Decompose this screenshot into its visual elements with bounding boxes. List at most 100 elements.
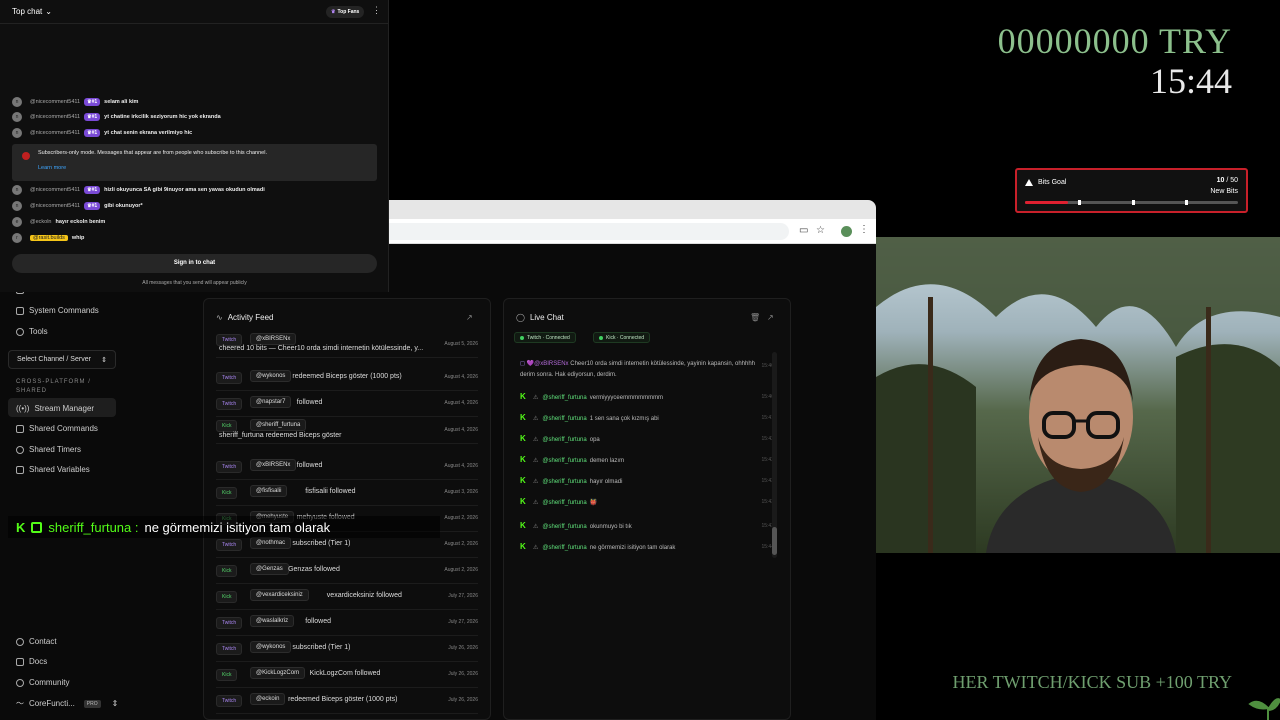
user-chip[interactable]: @xBIRSENx [250,333,297,345]
event-date: August 4, 2026 [444,463,478,469]
chevron-down-icon: ⌄ [45,7,52,16]
user-chip[interactable]: @eckoin [250,693,286,705]
event-date: August 4, 2026 [444,427,478,433]
sidebar-item-contact[interactable]: Contact [16,637,57,646]
chat-author[interactable]: @nicecomment5411 [30,203,80,209]
sub-promo-text: HER TWITCH/KICK SUB +100 TRY [952,672,1232,692]
user-chip[interactable]: @xBIRSENx [250,459,297,471]
chat-username[interactable]: @sheriff_furtuna [542,437,586,443]
activity-event: Kick @Genzas Genzas followed August 2, 2026 [216,559,478,581]
kick-connection-badge: Kick · Connected [593,332,651,343]
command-icon [16,424,24,433]
more-menu-icon[interactable]: ⋮ [372,5,381,16]
sign-in-to-chat-button[interactable]: Sign in to chat [12,254,377,273]
chat-username[interactable]: @sheriff_furtuna [542,545,586,551]
cast-icon[interactable]: ▭ [799,225,808,237]
top-chat-message: n @nicecomment5411 ♛#1 yt chatine irkcilik … [12,111,221,123]
top-chat-dropdown[interactable]: Top chat ⌄ [12,7,52,16]
event-date: August 5, 2026 [444,341,478,347]
event-date: July 26, 2026 [448,697,478,703]
external-link-icon[interactable]: ↗ [466,313,473,322]
bookmark-star-icon[interactable]: ☆ [816,225,825,237]
kick-logo-icon: K [520,497,526,506]
public-note: All messages that you send will appear p… [142,280,247,286]
live-chat-message: K ⚠ @sheriff_furtuna vermiyyyceemmmmmmmm 15:… [520,392,774,402]
user-chip[interactable]: @KickLogzCom [250,667,306,679]
user-chip[interactable]: @sheriff_furtuna [250,419,307,431]
platform-badge: Twitch [216,695,243,707]
sidebar-item-shared-commands[interactable]: Shared Commands [16,424,98,433]
sidebar-item-stream-manager[interactable]: ((•)) Stream Manager [16,404,94,413]
scrollbar-thumb[interactable] [772,527,777,555]
row-divider [216,687,478,688]
learn-more-link[interactable]: Learn more [38,165,66,171]
chat-author[interactable]: @eckoln [30,219,51,225]
avatar[interactable]: n [12,201,22,211]
chat-username[interactable]: @sheriff_furtuna [542,416,586,422]
sidebar-item-docs[interactable]: Docs [16,657,47,666]
kick-chat-overlay: K sheriff_furtuna : ne görmemizi isitiyo… [8,516,440,538]
sidebar-item-shared-variables[interactable]: Shared Variables [16,465,90,474]
kick-logo-icon: K [520,392,526,401]
user-chip[interactable]: @vexardiceksiniz [250,589,309,601]
platform-badge: Twitch [216,643,243,655]
chat-username[interactable]: @sheriff_furtuna [542,524,586,530]
kick-logo-icon: K [520,413,526,422]
bits-goal-widget: Bits Goal 10 / 50 New Bits [1015,168,1248,213]
chat-username[interactable]: @sheriff_furtuna [542,458,586,464]
live-chat-scrollbar[interactable] [772,352,777,558]
milestone-tick [1184,200,1188,205]
user-chip[interactable]: @fisfisalii [250,485,288,497]
chat-text: 👹 [589,500,598,506]
avatar[interactable]: r [12,233,22,243]
chat-author[interactable]: @rasit.builds [30,235,68,241]
address-bar[interactable] [389,223,789,240]
milestone-tick [1078,200,1082,205]
external-link-icon[interactable]: ↗ [767,313,774,322]
milestone-tick [1131,200,1135,205]
avatar[interactable]: n [12,112,22,122]
avatar[interactable]: n [12,97,22,107]
user-chip[interactable]: @waslalkriz [250,615,295,627]
sidebar-item-community[interactable]: Community [16,678,69,687]
live-chat-message: K ⚠ @sheriff_furtuna 1 sen sana çok kızmış … [520,413,774,423]
chat-username[interactable]: @sheriff_furtuna [542,500,586,506]
row-divider [216,609,478,610]
broadcast-icon: ((•)) [16,404,30,413]
mod-badge-icon [31,521,43,533]
chevron-updown-icon: ⇕ [111,699,119,708]
event-date: July 26, 2026 [448,671,478,677]
row-divider [216,443,478,444]
user-chip[interactable]: @wykonos [250,641,292,653]
profile-avatar[interactable] [841,226,852,237]
user-chip[interactable]: @wykonos [250,370,292,382]
chat-username[interactable]: @sheriff_furtuna [542,479,586,485]
chat-username[interactable]: @sheriff_furtuna [542,395,586,401]
avatar[interactable]: n [12,185,22,195]
bits-goal-progress [1025,200,1238,205]
user-chip[interactable]: @napstar7 [250,396,292,408]
top-chat-message: r @rasit.builds whip [12,232,84,244]
top-fans-button[interactable]: ♛ Top Fans [326,6,365,18]
chat-author[interactable]: @nicecomment5411 [30,187,80,193]
trash-icon[interactable]: 🗑 [750,313,760,322]
user-chip[interactable]: @nothmac [250,537,292,549]
event-action: redeemed Biceps göster (1000 pts) [292,373,402,380]
chat-author[interactable]: @nicecomment5411 [30,130,80,136]
sidebar-item-system-commands[interactable]: System Commands [16,306,99,315]
sidebar-item-shared-timers[interactable]: Shared Timers [16,445,81,454]
sidebar-item-tools[interactable]: Tools [16,327,48,336]
product-switcher[interactable]: 〜 CoreFuncti... PRO ⇕ [16,698,118,709]
event-action: followed [296,399,323,406]
avatar[interactable]: e [12,217,22,227]
chat-author[interactable]: @nicecomment5411 [30,114,80,120]
platform-badge: Kick [216,669,238,681]
chat-text: ne görmemizi isitiyon tam olarak [589,545,676,551]
channel-select[interactable]: Select Channel / Server ⇕ [8,350,116,369]
chat-text: whip [71,235,85,241]
chat-author[interactable]: @nicecomment5411 [30,99,80,105]
more-menu-icon[interactable]: ⋮ [859,224,869,235]
avatar[interactable]: n [12,128,22,138]
user-chip[interactable]: @Genzas [250,563,289,575]
bits-goal-fill [1025,201,1068,204]
